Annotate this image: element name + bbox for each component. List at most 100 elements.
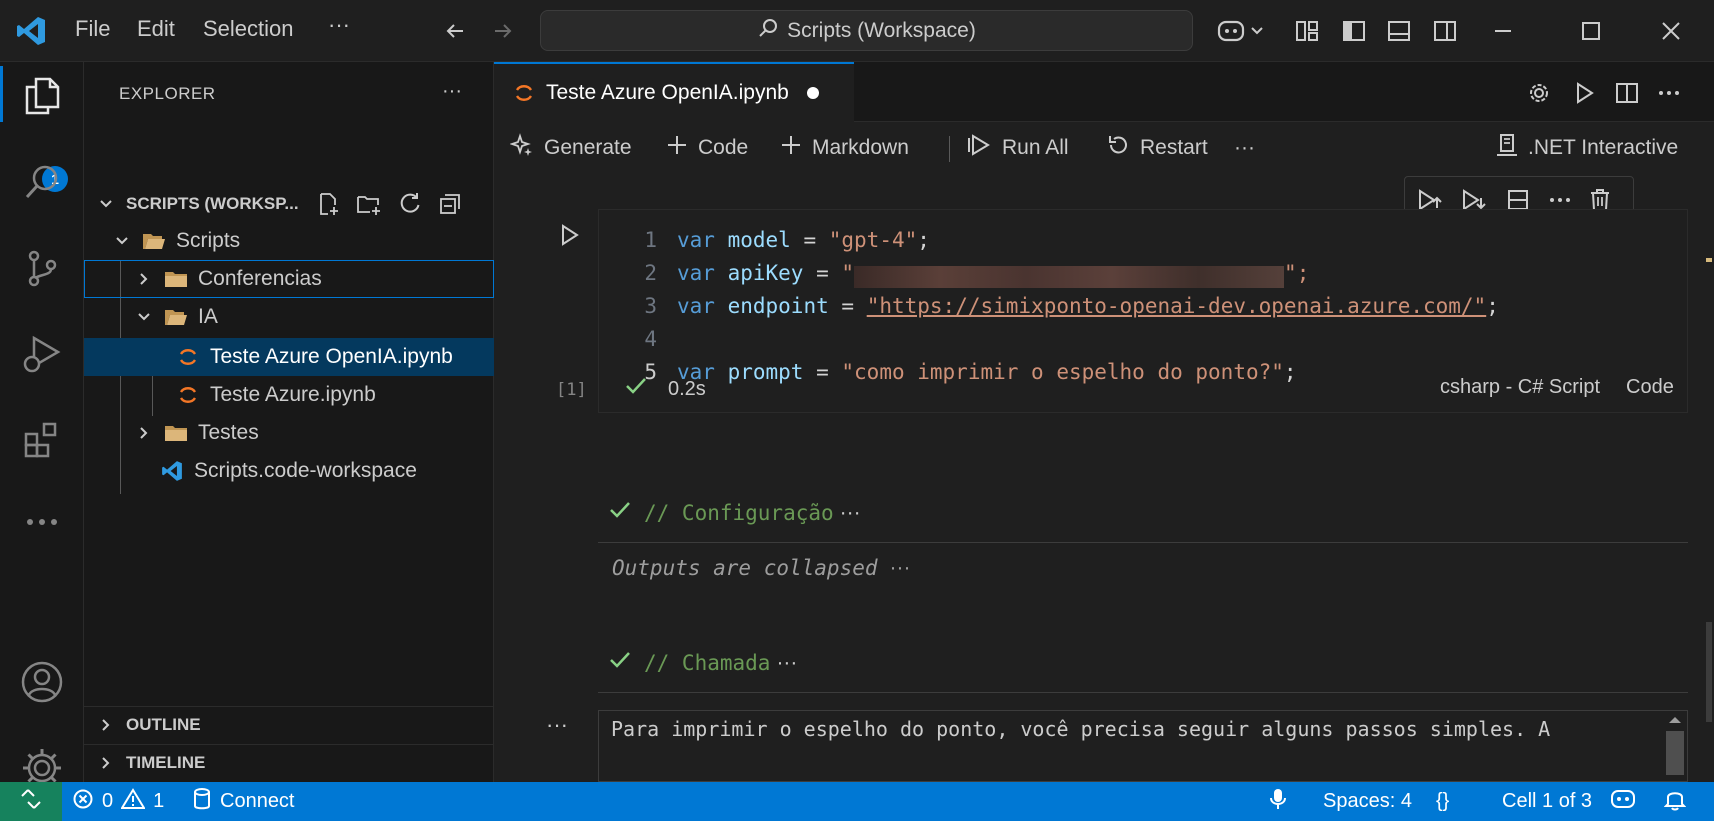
cell-type[interactable]: Code (1626, 376, 1674, 399)
kernel-picker[interactable]: .NET Interactive (1496, 130, 1678, 166)
source-control-icon[interactable] (16, 242, 68, 294)
folder-icon (164, 421, 188, 445)
back-arrow-icon[interactable] (440, 16, 470, 46)
toggle-primary-sidebar-icon[interactable] (1341, 18, 1367, 44)
toolbar-more-button[interactable]: ··· (1234, 130, 1255, 166)
folder-icon (164, 267, 188, 291)
refresh-icon[interactable] (396, 190, 424, 218)
split-editor-icon[interactable] (1612, 78, 1642, 108)
collapsed-cell-chamada[interactable]: // Chamada ··· (608, 648, 797, 678)
remote-icon (20, 788, 42, 816)
run-debug-icon[interactable] (16, 328, 68, 380)
notebook-toolbar: Generate Code Markdown Run All Restart ·… (494, 122, 1714, 174)
new-file-icon[interactable] (314, 190, 342, 218)
maximize-icon[interactable] (1578, 18, 1604, 44)
terminator: "; (1284, 261, 1310, 285)
url-string-link[interactable]: "https://simixponto-openai-dev.openai.az… (867, 294, 1487, 327)
search-view-icon[interactable] (16, 156, 68, 208)
copilot-icon (1610, 788, 1636, 816)
string-literal: "como imprimir o espelho do ponto?" (841, 360, 1284, 384)
tree-label: Teste Azure OpenIA.ipynb (210, 345, 453, 368)
chevron-right-icon (134, 269, 154, 289)
explorer-files-icon[interactable] (16, 70, 68, 122)
add-markdown-cell-button[interactable]: Markdown (780, 130, 909, 166)
outputs-collapsed-label: Outputs are collapsed (612, 556, 878, 580)
command-center-search[interactable]: Scripts (Workspace) (540, 10, 1193, 51)
cell-output: Para imprimir o espelho do ponto, você p… (598, 710, 1688, 782)
menu-file[interactable]: File (75, 16, 110, 42)
language-braces-indicator[interactable]: {} (1436, 782, 1449, 821)
toggle-panel-icon[interactable] (1386, 18, 1412, 44)
cell-position-indicator[interactable]: Cell 1 of 3 (1502, 782, 1592, 821)
notifications-button[interactable] (1663, 782, 1687, 821)
plus-icon (666, 134, 688, 162)
menu-more[interactable]: ··· (328, 12, 350, 38)
menu-edit[interactable]: Edit (137, 16, 175, 42)
forward-arrow-icon[interactable] (488, 16, 518, 46)
unsaved-dot-icon[interactable] (806, 87, 819, 99)
database-icon (192, 787, 212, 817)
editor-scrollbar[interactable] (1706, 622, 1712, 722)
code-line-4: 4 (599, 327, 677, 360)
generate-button[interactable]: Generate (509, 130, 632, 166)
toggle-secondary-sidebar-icon[interactable] (1432, 18, 1458, 44)
problems-indicator[interactable]: 0 1 (72, 782, 164, 821)
menu-selection[interactable]: Selection (203, 16, 294, 42)
tree-item-testes[interactable]: Testes (84, 414, 494, 452)
outputs-collapsed-row[interactable]: Outputs are collapsed ··· (612, 556, 911, 580)
timeline-section-header[interactable]: TIMELINE (84, 744, 494, 780)
output-scrollbar[interactable] (1665, 715, 1685, 779)
toolbar-separator (949, 136, 950, 162)
collapsed-cell-configuracao[interactable]: // Configuração ··· (608, 498, 861, 528)
tree-item-scripts[interactable]: Scripts (84, 222, 494, 260)
outline-section-header[interactable]: OUTLINE (84, 706, 494, 742)
success-check-icon (608, 648, 632, 678)
title-bar: File Edit Selection ··· Scripts (Workspa… (0, 0, 1714, 62)
accounts-icon[interactable] (16, 656, 68, 708)
copilot-status[interactable] (1610, 782, 1636, 821)
run-all-button[interactable]: Run All (968, 130, 1069, 166)
tree-item-teste-azure-openia[interactable]: Teste Azure OpenIA.ipynb (84, 338, 494, 376)
server-environment-icon (1496, 133, 1518, 163)
chevron-right-icon (96, 753, 116, 773)
run-cell-play-icon[interactable] (554, 220, 584, 250)
restart-label: Restart (1140, 136, 1208, 159)
editor-more-icon[interactable] (1654, 78, 1684, 108)
add-code-cell-button[interactable]: Code (666, 130, 748, 166)
error-count: 0 (102, 790, 114, 812)
collapse-all-icon[interactable] (436, 190, 464, 218)
operator: = (828, 294, 867, 318)
more-views-icon[interactable] (16, 496, 68, 548)
microphone-button[interactable] (1268, 782, 1288, 821)
new-folder-icon[interactable] (354, 190, 384, 218)
tree-item-teste-azure[interactable]: Teste Azure.ipynb (84, 376, 494, 414)
vscode-workspace-icon (160, 459, 184, 483)
tree-label: Scripts.code-workspace (194, 459, 417, 482)
close-icon[interactable] (1658, 18, 1684, 44)
kernel-label: .NET Interactive (1528, 136, 1679, 159)
minimize-icon[interactable] (1490, 18, 1516, 44)
layout-customize-icon[interactable] (1294, 18, 1320, 44)
tree-item-conferencias[interactable]: Conferencias (84, 260, 494, 298)
explorer-more-button[interactable]: ··· (442, 80, 462, 103)
chevron-right-icon (134, 423, 154, 443)
indentation-indicator[interactable]: Spaces: 4 (1323, 782, 1412, 821)
warning-count: 1 (153, 790, 165, 812)
run-play-icon[interactable] (1569, 78, 1599, 108)
code-line-1: 1 var model = "gpt-4"; (599, 228, 930, 261)
connect-button[interactable]: Connect (192, 782, 295, 821)
tree-item-workspace-file[interactable]: Scripts.code-workspace (84, 452, 494, 490)
workspace-section-header[interactable]: SCRIPTS (WORKSP... (84, 186, 494, 222)
restart-button[interactable]: Restart (1106, 130, 1208, 166)
keyword: var (677, 228, 715, 252)
notebook-settings-gear-icon[interactable] (1524, 78, 1554, 108)
copilot-icon[interactable] (1214, 14, 1270, 48)
output-more-button[interactable]: ··· (546, 712, 568, 738)
cell-divider (598, 542, 1688, 543)
extensions-icon[interactable] (16, 414, 68, 466)
remote-indicator[interactable] (0, 782, 62, 821)
cell-language[interactable]: csharp - C# Script (1440, 376, 1600, 399)
tab-teste-azure-openia[interactable]: Teste Azure OpenIA.ipynb (494, 62, 854, 122)
warning-icon (120, 787, 146, 816)
tree-item-ia[interactable]: IA (84, 298, 494, 336)
